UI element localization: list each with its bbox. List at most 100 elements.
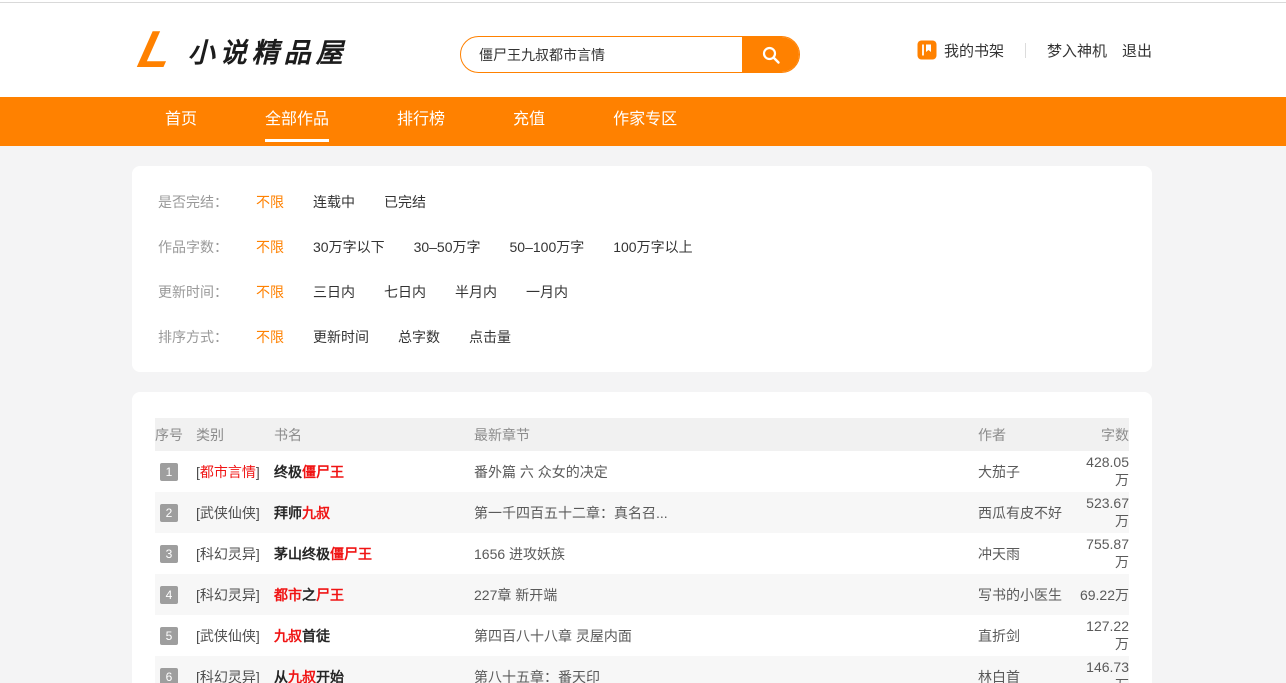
book-title-segment: 九叔: [302, 505, 330, 521]
filter-option-不限[interactable]: 不限: [256, 237, 284, 257]
filter-option-总字数[interactable]: 总字数: [398, 327, 440, 347]
my-bookshelf-link[interactable]: 我的书架: [917, 40, 1004, 61]
book-title-segment: 从: [274, 669, 288, 683]
table-row: 1[都市言情]终极僵尸王番外篇 六 众女的决定大茄子428.05万: [155, 451, 1129, 492]
author-cell: 大茄子: [978, 462, 1078, 482]
filter-option-半月内[interactable]: 半月内: [455, 282, 497, 302]
book-title-link[interactable]: 茅山终极僵尸王: [274, 544, 474, 564]
category-text: 科幻灵异: [200, 546, 256, 562]
table-header-row: 序号 类别 书名 最新章节 作者 字数: [155, 418, 1129, 451]
filter-option-30万字以下[interactable]: 30万字以下: [313, 237, 385, 257]
book-icon: [917, 40, 937, 60]
search-button[interactable]: [742, 37, 799, 72]
nav-item-首页[interactable]: 首页: [165, 97, 197, 146]
row-index-cell: 6: [155, 668, 196, 683]
filter-option-连载中[interactable]: 连载中: [313, 192, 355, 212]
latest-chapter-link[interactable]: 第一千四百五十二章：真名召...: [474, 505, 668, 521]
filter-option-更新时间[interactable]: 更新时间: [313, 327, 369, 347]
book-list-panel: 序号 类别 书名 最新章节 作者 字数 1[都市言情]终极僵尸王番外篇 六 众女…: [132, 392, 1152, 683]
category-text: 科幻灵异: [200, 587, 256, 603]
word-count-cell: 69.22万: [1078, 585, 1129, 605]
header-category: 类别: [196, 425, 274, 445]
main-nav-list: 首页 全部作品 排行榜 充值 作家专区: [0, 97, 1286, 146]
logout-button[interactable]: 退出: [1122, 40, 1152, 61]
filter-row-2: 更新时间：不限 三日内 七日内 半月内 一月内: [158, 269, 1126, 314]
filter-option-点击量[interactable]: 点击量: [469, 327, 511, 347]
book-title-link[interactable]: 拜师九叔: [274, 503, 474, 523]
table-row: 6[科幻灵异]从九叔开始第八十五章：番天印林白首146.73万: [155, 656, 1129, 683]
book-title-segment: 僵尸王: [330, 546, 372, 562]
search-input[interactable]: [461, 37, 742, 72]
book-title-segment: 终极: [274, 464, 302, 480]
book-category[interactable]: [武侠仙侠]: [196, 626, 274, 646]
filter-label-0: 是否完结：: [158, 192, 256, 212]
latest-chapter-link[interactable]: 1656 进攻妖族: [474, 546, 565, 562]
header-words: 字数: [1078, 425, 1129, 445]
book-category[interactable]: [科幻灵异]: [196, 544, 274, 564]
filter-row-0: 是否完结：不限 连载中 已完结: [158, 179, 1126, 224]
nav-item-全部作品[interactable]: 全部作品: [265, 97, 329, 146]
bracket-close: ]: [256, 505, 260, 521]
latest-chapter-cell: 第四百八十八章 灵屋内面: [474, 626, 978, 646]
filter-label-1: 作品字数：: [158, 237, 256, 257]
row-index-cell: 2: [155, 504, 196, 522]
book-title-segment: 首徒: [302, 628, 330, 644]
bracket-close: ]: [256, 546, 260, 562]
row-index-cell: 5: [155, 627, 196, 645]
my-bookshelf-label: 我的书架: [944, 40, 1004, 61]
filter-option-三日内[interactable]: 三日内: [313, 282, 355, 302]
filter-option-50–100万字[interactable]: 50–100万字: [510, 237, 585, 257]
site-header: L 小说精品屋 我的书架 梦入神机 退: [0, 3, 1286, 97]
filter-option-100万字以上[interactable]: 100万字以上: [613, 237, 692, 257]
header-divider: [1025, 43, 1026, 58]
book-title-link[interactable]: 九叔首徒: [274, 626, 474, 646]
main-nav: 首页 全部作品 排行榜 充值 作家专区: [0, 97, 1286, 146]
site-logo[interactable]: L 小说精品屋: [140, 27, 348, 74]
book-title-segment: 九叔: [274, 628, 302, 644]
author-cell: 直折剑: [978, 626, 1078, 646]
author-cell: 林白首: [978, 667, 1078, 683]
book-category[interactable]: [武侠仙侠]: [196, 503, 274, 523]
filter-option-不限[interactable]: 不限: [256, 327, 284, 347]
search-icon: [760, 44, 782, 66]
category-text: 武侠仙侠: [200, 628, 256, 644]
nav-item-作家专区[interactable]: 作家专区: [613, 97, 677, 146]
row-index-cell: 4: [155, 586, 196, 604]
latest-chapter-link[interactable]: 番外篇 六 众女的决定: [474, 464, 608, 480]
username-link[interactable]: 梦入神机: [1047, 40, 1107, 61]
filter-option-30–50万字[interactable]: 30–50万字: [414, 237, 481, 257]
book-title-segment: 都市: [274, 587, 302, 603]
latest-chapter-cell: 227章 新开端: [474, 585, 978, 605]
row-index-badge: 5: [160, 627, 178, 645]
row-index-badge: 4: [160, 586, 178, 604]
book-title-segment: 之: [302, 587, 316, 603]
filter-label-3: 排序方式：: [158, 327, 256, 347]
table-row: 2[武侠仙侠]拜师九叔第一千四百五十二章：真名召...西瓜有皮不好523.67万: [155, 492, 1129, 533]
filter-label-2: 更新时间：: [158, 282, 256, 302]
book-title-link[interactable]: 从九叔开始: [274, 667, 474, 683]
book-title-segment: 僵尸王: [302, 464, 344, 480]
latest-chapter-link[interactable]: 227章 新开端: [474, 587, 557, 603]
book-title-link[interactable]: 都市之尸王: [274, 585, 474, 605]
latest-chapter-link[interactable]: 第四百八十八章 灵屋内面: [474, 628, 632, 644]
nav-item-充值[interactable]: 充值: [513, 97, 545, 146]
header-right: 我的书架 梦入神机 退出: [917, 3, 1152, 97]
category-text: 科幻灵异: [200, 669, 256, 683]
book-category[interactable]: [科幻灵异]: [196, 585, 274, 605]
category-text: 武侠仙侠: [200, 505, 256, 521]
filter-option-不限[interactable]: 不限: [256, 282, 284, 302]
book-title-segment: 尸王: [316, 587, 344, 603]
book-category[interactable]: [都市言情]: [196, 462, 274, 482]
logo-mark-icon: L: [134, 27, 177, 74]
book-title-link[interactable]: 终极僵尸王: [274, 462, 474, 482]
filter-option-七日内[interactable]: 七日内: [384, 282, 426, 302]
nav-item-排行榜[interactable]: 排行榜: [397, 97, 445, 146]
filter-option-已完结[interactable]: 已完结: [384, 192, 426, 212]
header-chapter: 最新章节: [474, 425, 978, 445]
word-count-cell: 523.67万: [1078, 495, 1129, 531]
site-name: 小说精品屋: [188, 31, 348, 70]
filter-option-一月内[interactable]: 一月内: [526, 282, 568, 302]
book-category[interactable]: [科幻灵异]: [196, 667, 274, 683]
filter-option-不限[interactable]: 不限: [256, 192, 284, 212]
latest-chapter-link[interactable]: 第八十五章：番天印: [474, 669, 600, 683]
